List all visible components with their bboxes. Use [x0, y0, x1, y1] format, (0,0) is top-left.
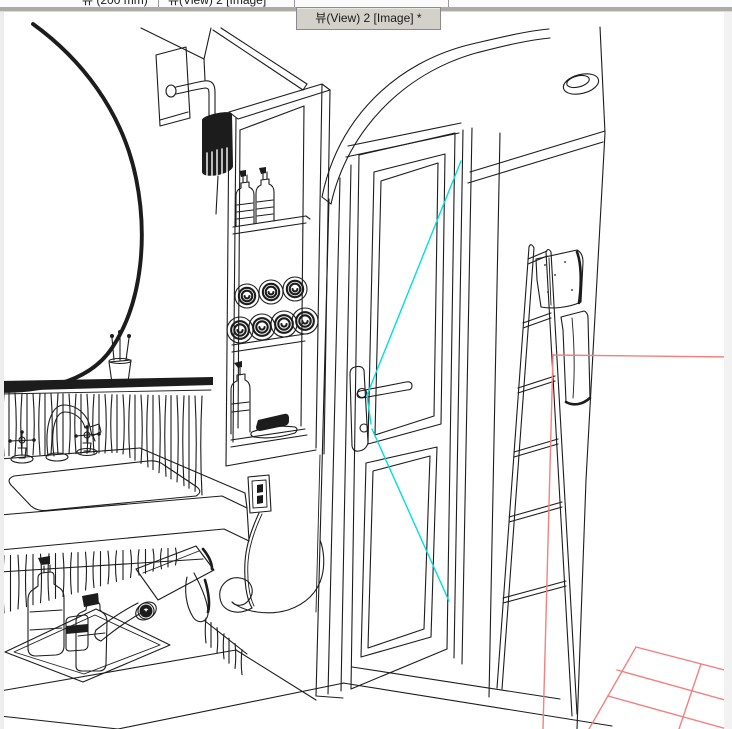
wood-grain-backsplash [2, 392, 203, 496]
wood-ledge [0, 377, 213, 395]
view-tab-strip[interactable]: 뷰 (200 mm) 뷰(View) 2 [Image] [0, 0, 732, 7]
tab-clipped-2[interactable]: 뷰(View) 2 [Image] [168, 0, 266, 7]
tab-divider [294, 0, 295, 7]
door-lever-handle [349, 365, 413, 452]
tab-divider [158, 0, 159, 7]
viewport-right-margin [724, 11, 732, 729]
tab-clipped-1[interactable]: 뷰 (200 mm) [82, 0, 148, 7]
wall-lamp [155, 46, 233, 215]
floating-view-tab[interactable]: 뷰(View) 2 [Image] * [296, 7, 441, 30]
shelf-lower-items [230, 361, 298, 439]
hanging-towels [535, 249, 592, 406]
tab-divider [448, 0, 449, 7]
shelf-unit [225, 83, 331, 613]
vanity-counter [0, 447, 250, 551]
floor-lines [117, 666, 613, 729]
door-frame [315, 122, 606, 698]
arched-doorway [321, 28, 551, 205]
section-plane-lines [542, 354, 732, 729]
3d-view-canvas[interactable] [0, 0, 732, 729]
power-outlet [247, 474, 272, 514]
floor-tile-grid [588, 646, 732, 729]
viewport-left-margin [0, 11, 4, 729]
app-window: 뷰 (200 mm) 뷰(View) 2 [Image] 뷰(View) 2 [… [0, 0, 732, 729]
ceiling-corner-lines [140, 27, 308, 91]
soap-pump-bottles [235, 167, 275, 227]
coiled-power-cord [219, 512, 325, 614]
ceiling-spotlight [562, 73, 600, 95]
toothbrush-cup [108, 330, 132, 384]
soap-bar [256, 413, 289, 431]
selection-guide-lines [366, 160, 462, 602]
